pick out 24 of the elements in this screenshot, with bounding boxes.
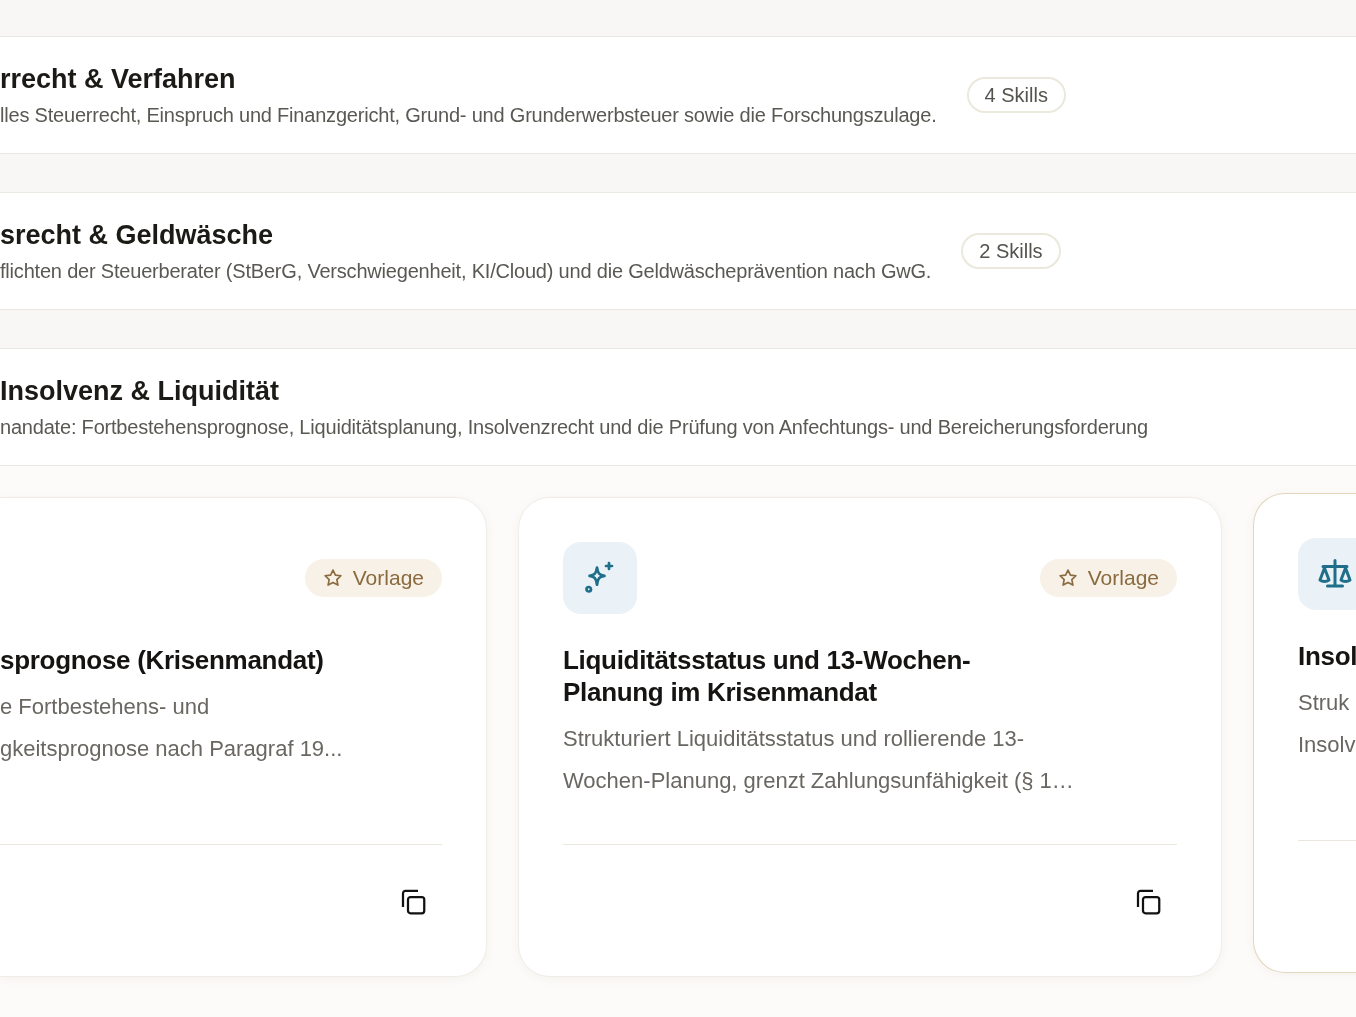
skill-card[interactable]: Insol Struk Insolv	[1253, 493, 1356, 973]
skill-card[interactable]: Vorlage sprognose (Krisenmandat) e Fortbestehens- und gkeitsprognose nach Paragraf 19...	[0, 497, 487, 977]
card-description: e Fortbestehens- und gkeitsprognose nach Paragraf 19...	[0, 693, 344, 763]
card-description: Strukturiert Liquiditätsstatus und rollierende 13- Wochen-Planung, grenzt Zahlungsunfähigkeit (§ 1…	[563, 725, 1075, 795]
category-row[interactable]: srecht & Geldwäsche flichten der Steuerberater (StBerG, Verschwiegenheit, KI/Cloud) und die Geldwäscheprävention nach GwG. 2 Skills	[0, 192, 1356, 310]
card-description: Struk Insolv	[1298, 689, 1356, 759]
star-icon	[1057, 568, 1078, 588]
star-icon	[322, 568, 343, 588]
template-badge: Vorlage	[304, 559, 442, 597]
category-title: Insolvenz & Liquidität	[0, 375, 280, 408]
category-title: srecht & Geldwäsche	[0, 219, 275, 252]
category-description: lles Steuerrecht, Einspruch und Finanzgericht, Grund- und Grunderwerbsteuer sowie die Forschungszulage.	[0, 103, 937, 128]
category-row[interactable]: rrecht & Verfahren lles Steuerrecht, Einspruch und Finanzgericht, Grund- und Grunderwerbsteuer sowie die Forschungszulage. 4 Skills	[0, 36, 1356, 154]
category-row[interactable]: Insolvenz & Liquidität nandate: Fortbestehensprognose, Liquiditätsplanung, Insolvenzrecht und die Prüfung von Anfechtungs- und Bereicherungsforderung	[0, 348, 1356, 466]
skills-count-badge: 2 Skills	[961, 233, 1061, 269]
category-description: flichten der Steuerberater (StBerG, Verschwiegenheit, KI/Cloud) und die Geldwäscheprävention nach GwG.	[0, 259, 932, 284]
skill-card[interactable]: Vorlage Liquiditätsstatus und 13-Wochen- Planung im Krisenmandat Strukturiert Liquiditätsstatus und rollierende 13- Wochen-Planung, grenzt Zahlungsunfähigkeit (§ 1…	[518, 497, 1222, 977]
category-title: rrecht & Verfahren	[0, 63, 237, 96]
card-title: Insol	[1298, 640, 1356, 672]
template-badge: Vorlage	[1039, 559, 1177, 597]
category-description: nandate: Fortbestehensprognose, Liquiditätsplanung, Insolvenzrecht und die Prüfung von Anfechtungs- und Bereicherungsforderung	[0, 415, 1148, 440]
skills-count-badge: 4 Skills	[966, 77, 1066, 113]
card-title: sprognose (Krisenmandat)	[0, 644, 325, 676]
card-title: Liquiditätsstatus und 13-Wochen- Planung im Krisenmandat	[563, 644, 972, 708]
